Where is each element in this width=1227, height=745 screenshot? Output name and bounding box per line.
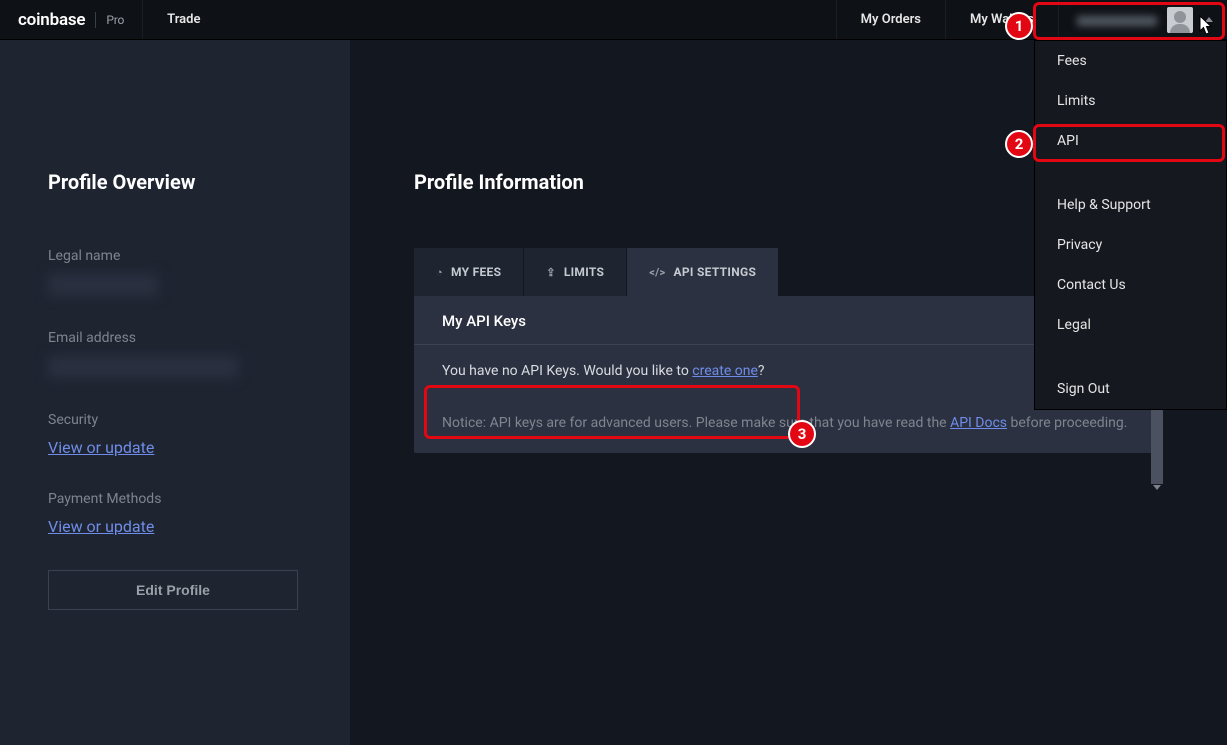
security-link[interactable]: View or update — [48, 438, 154, 457]
security-label: Security — [48, 412, 302, 428]
no-keys-prefix: You have no API Keys. Would you like to — [442, 363, 692, 379]
dd-signout[interactable]: Sign Out — [1035, 369, 1226, 409]
dd-legal-label: Legal — [1057, 317, 1091, 333]
nav-trade[interactable]: Trade — [142, 0, 224, 39]
sidebar: Profile Overview Legal name Email addres… — [0, 40, 350, 745]
top-nav: coinbase Pro Trade My Orders My Wallets — [0, 0, 1227, 40]
dd-help[interactable]: Help & Support — [1035, 185, 1226, 225]
payment-methods-label: Payment Methods — [48, 491, 302, 507]
tab-api-settings-label: API SETTINGS — [674, 265, 757, 279]
dd-limits-label: Limits — [1057, 93, 1095, 109]
user-menu-trigger[interactable] — [1058, 0, 1227, 39]
dd-legal[interactable]: Legal — [1035, 305, 1226, 345]
dd-api[interactable]: API — [1035, 121, 1226, 161]
user-dropdown: Fees Limits API Help & Support Privacy C… — [1034, 40, 1227, 410]
gauge-icon: ◔ — [436, 266, 443, 279]
dd-contact-label: Contact Us — [1057, 277, 1126, 293]
code-icon: </> — [649, 266, 665, 279]
nav-my-orders-label: My Orders — [861, 12, 921, 27]
tab-my-fees[interactable]: ◔ MY FEES — [414, 248, 524, 296]
nav-my-wallets-label: My Wallets — [970, 12, 1034, 27]
dd-fees[interactable]: Fees — [1035, 41, 1226, 81]
nav-right-group: My Orders My Wallets — [836, 0, 1227, 39]
dd-privacy[interactable]: Privacy — [1035, 225, 1226, 265]
nav-my-wallets[interactable]: My Wallets — [945, 0, 1058, 39]
tab-limits-label: LIMITS — [564, 265, 604, 279]
email-label: Email address — [48, 330, 302, 346]
dd-help-label: Help & Support — [1057, 197, 1151, 213]
brand-logo[interactable]: coinbase Pro — [0, 0, 142, 39]
no-keys-suffix: ? — [758, 363, 765, 379]
username-obscured — [1077, 16, 1157, 26]
dd-signout-label: Sign Out — [1057, 381, 1110, 397]
sidebar-title: Profile Overview — [48, 170, 302, 194]
dd-divider-2 — [1035, 345, 1226, 369]
avatar — [1167, 7, 1193, 33]
notice-suffix: before proceeding. — [1007, 415, 1127, 431]
dd-limits[interactable]: Limits — [1035, 81, 1226, 121]
nav-trade-label: Trade — [167, 12, 200, 27]
dd-api-label: API — [1057, 133, 1079, 149]
nav-my-orders[interactable]: My Orders — [836, 0, 945, 39]
notice-prefix: Notice: API keys are for advanced users.… — [442, 415, 950, 431]
payment-methods-link[interactable]: View or update — [48, 517, 154, 536]
dd-contact[interactable]: Contact Us — [1035, 265, 1226, 305]
email-value-obscured — [48, 356, 238, 378]
dd-fees-label: Fees — [1057, 53, 1087, 69]
create-one-link[interactable]: create one — [692, 363, 758, 379]
dd-divider — [1035, 161, 1226, 185]
nav-spacer — [224, 0, 835, 39]
tab-limits[interactable]: ⇪ LIMITS — [524, 248, 627, 296]
panel-title: My API Keys — [442, 312, 526, 330]
edit-profile-label: Edit Profile — [136, 582, 210, 598]
brand-name: coinbase — [18, 10, 85, 30]
legal-name-value-obscured — [48, 274, 158, 296]
legal-name-label: Legal name — [48, 248, 302, 264]
dd-privacy-label: Privacy — [1057, 237, 1102, 253]
chevron-up-icon — [1205, 17, 1213, 22]
edit-profile-button[interactable]: Edit Profile — [48, 570, 298, 610]
tab-api-settings[interactable]: </> API SETTINGS — [627, 248, 779, 296]
upload-icon: ⇪ — [546, 266, 556, 279]
api-docs-link[interactable]: API Docs — [950, 415, 1007, 431]
brand-suffix: Pro — [106, 13, 124, 27]
brand-divider — [95, 12, 96, 28]
tab-my-fees-label: MY FEES — [451, 265, 501, 279]
